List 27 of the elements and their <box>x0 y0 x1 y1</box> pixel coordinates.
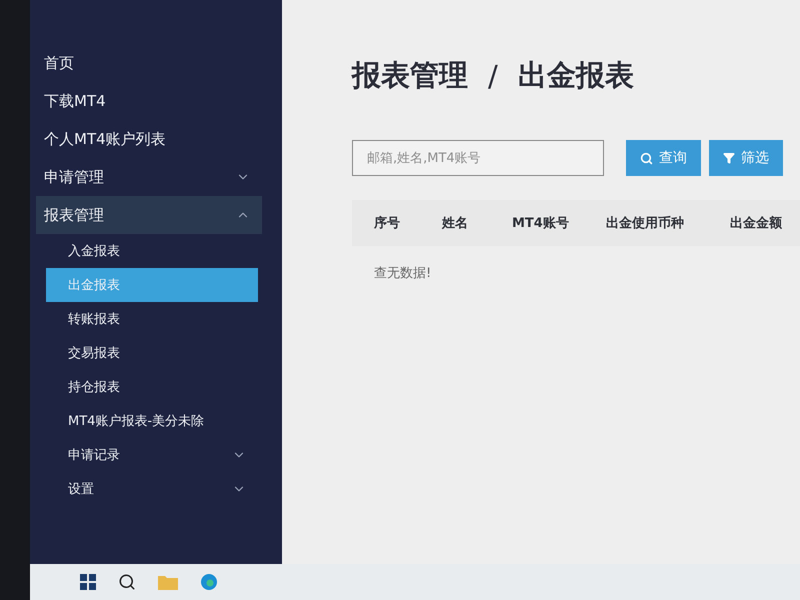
menu-item[interactable]: 入金报表 <box>46 234 258 268</box>
menu-item[interactable]: 交易报表 <box>46 336 258 370</box>
search-icon <box>640 152 653 164</box>
menu-item[interactable]: 下载MT4 <box>36 82 262 120</box>
menu-item[interactable]: 个人MT4账户列表 <box>36 120 262 158</box>
search-icon[interactable] <box>118 573 136 591</box>
windows-icon[interactable] <box>80 574 96 590</box>
breadcrumb-separator: / <box>488 59 498 93</box>
column-header: MT4账号 <box>512 215 570 232</box>
menu-item[interactable]: 持仓报表 <box>46 370 258 404</box>
column-header: 姓名 <box>442 215 469 232</box>
column-header: 出金金额 <box>730 214 783 232</box>
empty-message: 查无数据! <box>374 265 432 282</box>
menu-group[interactable]: 报表管理 <box>36 196 262 234</box>
menu-group[interactable]: 申请管理 <box>36 158 262 196</box>
filter-icon <box>723 152 735 164</box>
browser-icon[interactable] <box>200 573 218 591</box>
column-header: 序号 <box>374 214 401 232</box>
menu-item[interactable]: 转账报表 <box>46 302 258 336</box>
breadcrumb-link[interactable]: 报表管理 <box>352 56 468 96</box>
page-title: 出金报表 <box>518 57 634 94</box>
menu-item[interactable]: 首页 <box>36 44 262 82</box>
search-field[interactable]: 邮箱,姓名,MT4账号 <box>352 140 604 176</box>
menu-group[interactable]: 申请记录 <box>46 438 258 472</box>
column-header: 出金使用币种 <box>606 214 685 232</box>
menu-item[interactable]: MT4账户报表-美分未除 <box>46 404 258 438</box>
menu-group[interactable]: 设置 <box>46 472 258 506</box>
